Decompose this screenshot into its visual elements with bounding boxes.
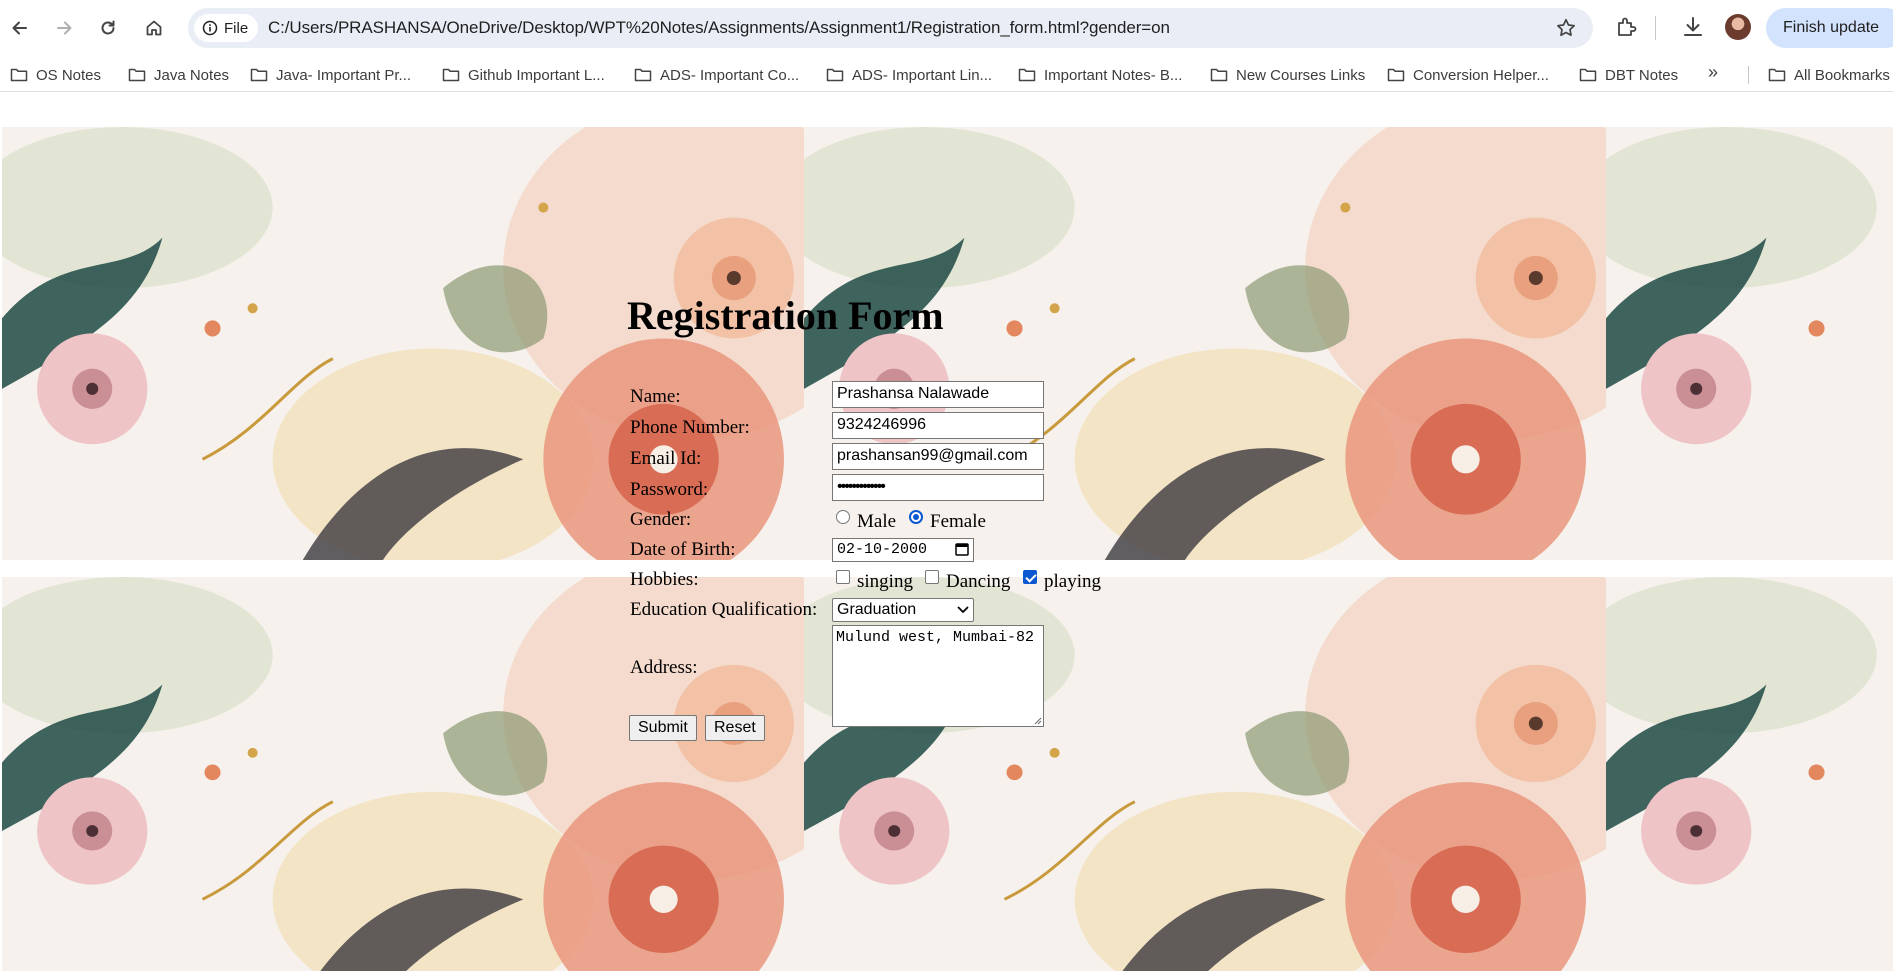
bookmark-label: All Bookmarks: [1794, 66, 1890, 84]
bookmark-label: Conversion Helper...: [1413, 66, 1549, 84]
arrow-left-icon: [12, 21, 27, 35]
chevron-down-icon: [957, 606, 969, 613]
name-input[interactable]: Prashansa Nalawade: [832, 381, 1044, 408]
hobbies-label: Hobbies:: [630, 569, 699, 590]
address-value: Mulund west, Mumbai-82: [836, 629, 1035, 646]
address-label: Address:: [630, 657, 698, 678]
bookmark-star-icon[interactable]: [1555, 17, 1577, 39]
forward-button[interactable]: [46, 10, 82, 46]
hobby-playing-checkbox[interactable]: [1023, 570, 1037, 584]
profile-avatar[interactable]: [1725, 14, 1751, 40]
bookmark-folder[interactable]: Important Notes- B...: [1018, 64, 1182, 86]
bookmarks-divider: [1748, 66, 1749, 84]
phone-label: Phone Number:: [630, 417, 750, 438]
home-icon: [146, 20, 162, 36]
hobby-playing-label: playing: [1044, 571, 1101, 592]
bookmark-label: New Courses Links: [1236, 66, 1366, 84]
folder-icon: [1210, 68, 1228, 82]
reload-button[interactable]: [90, 10, 126, 46]
submit-button[interactable]: Submit: [629, 715, 697, 741]
password-input[interactable]: •••••••••••••: [832, 474, 1044, 501]
folder-icon: [826, 68, 844, 82]
folder-icon: [128, 68, 146, 82]
bookmark-folder[interactable]: ADS- Important Co...: [634, 64, 799, 86]
folder-icon: [634, 68, 652, 82]
arrow-right-icon: [57, 21, 72, 35]
hobby-singing-checkbox[interactable]: [836, 570, 850, 584]
bookmark-label: DBT Notes: [1605, 66, 1679, 84]
hobby-dancing-checkbox[interactable]: [925, 570, 939, 584]
bookmarks-overflow-button[interactable]: »: [1708, 62, 1718, 83]
phone-input[interactable]: 9324246996: [832, 412, 1044, 439]
dob-value: 02-10-2000: [837, 541, 928, 558]
bookmark-folder[interactable]: Github Important L...: [442, 64, 605, 86]
bookmark-folder[interactable]: New Courses Links: [1210, 64, 1365, 86]
reset-button[interactable]: Reset: [705, 715, 765, 741]
url-text[interactable]: C:/Users/PRASHANSA/OneDrive/Desktop/WPT%…: [268, 18, 1170, 38]
folder-icon: [1387, 68, 1405, 82]
download-icon[interactable]: [1680, 14, 1706, 40]
folder-icon: [1018, 68, 1036, 82]
email-input[interactable]: prashansan99@gmail.com: [832, 443, 1044, 470]
folder-icon: [10, 68, 28, 82]
back-button[interactable]: [2, 10, 38, 46]
extensions-icon[interactable]: [1614, 14, 1640, 40]
toolbar-divider: [1655, 16, 1656, 40]
bookmark-folder[interactable]: Java Notes: [128, 64, 229, 86]
info-icon: [202, 20, 218, 36]
bookmark-label: Important Notes- B...: [1044, 66, 1183, 84]
folder-icon: [1768, 68, 1786, 82]
address-bar[interactable]: File C:/Users/PRASHANSA/OneDrive/Desktop…: [188, 8, 1593, 48]
gender-label: Gender:: [630, 509, 692, 530]
bookmark-folder[interactable]: Conversion Helper...: [1387, 64, 1549, 86]
bookmark-folder[interactable]: OS Notes: [10, 64, 101, 86]
hobby-dancing-label: Dancing: [946, 571, 1011, 592]
hobby-singing-label: singing: [857, 571, 913, 592]
folder-icon: [250, 68, 268, 82]
bookmark-label: Java Notes: [154, 66, 230, 84]
site-chip-label: File: [224, 19, 249, 37]
email-label: Email Id:: [630, 448, 702, 469]
finish-update-button[interactable]: Finish update: [1766, 8, 1893, 48]
page-title: Registration Form: [627, 293, 944, 338]
bookmark-label: Java- Important Pr...: [276, 66, 412, 84]
education-select[interactable]: Graduation: [832, 598, 974, 622]
folder-icon: [442, 68, 460, 82]
bookmark-label: ADS- Important Lin...: [852, 66, 993, 84]
browser-toolbar: File C:/Users/PRASHANSA/OneDrive/Desktop…: [0, 0, 1893, 56]
resize-grip-icon[interactable]: [1032, 715, 1042, 725]
floral-background-image: [1606, 127, 1893, 560]
dob-input[interactable]: 02-10-2000: [832, 538, 974, 562]
education-label: Education Qualification:: [630, 599, 818, 620]
floral-background-image: [2, 577, 804, 971]
all-bookmarks-folder[interactable]: All Bookmarks: [1768, 64, 1890, 86]
page-viewport: Registration Form Name: Prashansa Nalawa…: [0, 92, 1893, 971]
education-selected-value: Graduation: [837, 601, 917, 618]
bookmarks-bar: OS Notes Java Notes Java- Important Pr..…: [0, 56, 1893, 92]
reload-icon: [101, 20, 115, 35]
calendar-icon[interactable]: [955, 542, 969, 556]
gender-male-label: Male: [857, 511, 897, 532]
dob-label: Date of Birth:: [630, 539, 736, 560]
bookmark-label: OS Notes: [36, 66, 102, 84]
home-button[interactable]: [136, 10, 172, 46]
bookmark-folder[interactable]: ADS- Important Lin...: [826, 64, 992, 86]
bookmark-label: ADS- Important Co...: [660, 66, 800, 84]
bookmark-label: Github Important L...: [468, 66, 605, 84]
password-label: Password:: [630, 479, 709, 500]
gender-female-label: Female: [930, 511, 986, 532]
folder-icon: [1579, 68, 1597, 82]
site-info-chip[interactable]: File: [194, 14, 259, 42]
gender-female-radio[interactable]: [909, 510, 923, 524]
floral-background-image: [1606, 577, 1893, 971]
bookmark-folder[interactable]: DBT Notes: [1579, 64, 1678, 86]
gender-male-radio[interactable]: [836, 510, 850, 524]
name-label: Name:: [630, 386, 681, 407]
bookmark-folder[interactable]: Java- Important Pr...: [250, 64, 411, 86]
address-textarea[interactable]: Mulund west, Mumbai-82: [832, 625, 1044, 727]
